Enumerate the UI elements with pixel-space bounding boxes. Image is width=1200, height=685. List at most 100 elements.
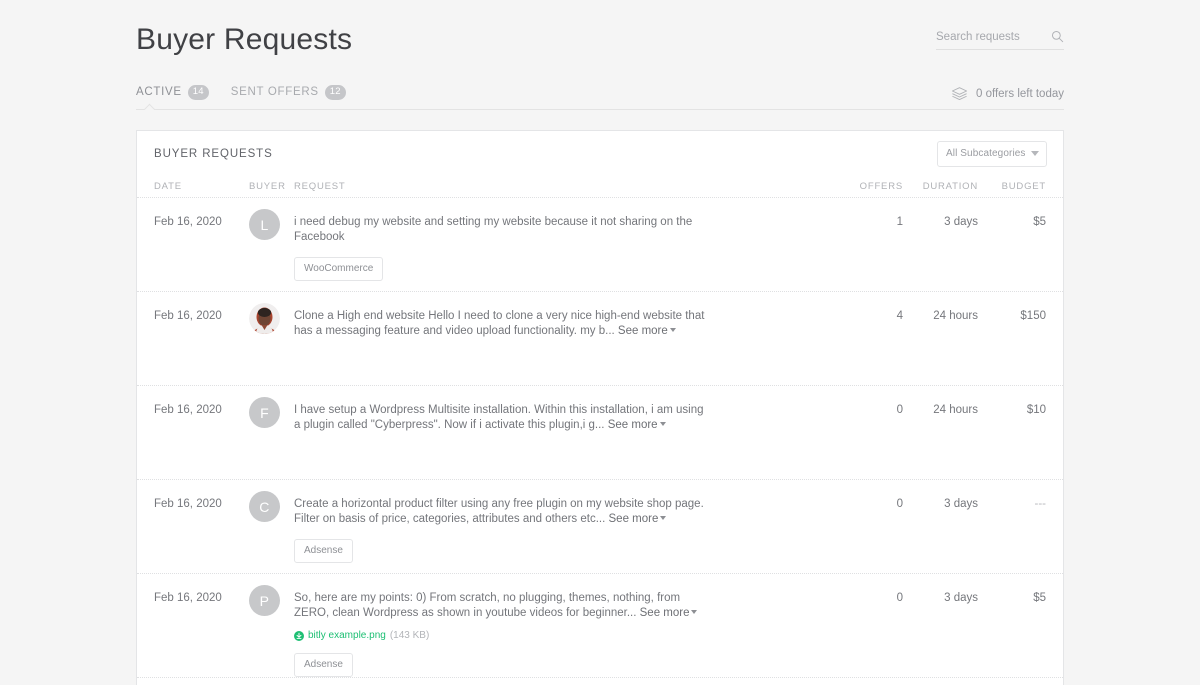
- column-header-date: DATE: [154, 181, 182, 192]
- row-offers: 4: [896, 310, 903, 322]
- offers-left-text: 0 offers left today: [975, 87, 1064, 100]
- tab-sent-offers-label: SENT OFFERS: [230, 86, 319, 98]
- row-offers: 0: [896, 404, 903, 416]
- row-duration: 3 days: [944, 592, 978, 604]
- row-request-cell: So, here are my points: 0) From scratch,…: [294, 590, 837, 677]
- tab-sent-offers-badge: 12: [324, 84, 346, 100]
- category-tag[interactable]: Adsense: [294, 653, 353, 677]
- row-buyer-cell: [249, 303, 294, 385]
- search-input[interactable]: [936, 30, 1036, 43]
- table-row[interactable]: Feb 16, 2020 P So, here are my points: 0) …: [137, 574, 1063, 678]
- row-date: Feb 16, 2020: [154, 498, 222, 510]
- row-offers: 1: [896, 216, 903, 228]
- avatar[interactable]: F: [249, 397, 280, 428]
- layers-icon: [951, 86, 968, 101]
- row-budget: ---: [1034, 498, 1047, 510]
- offers-left-indicator: 0 offers left today: [951, 86, 1064, 101]
- avatar[interactable]: L: [249, 209, 280, 240]
- column-header-budget: BUDGET: [1001, 181, 1046, 192]
- tabs-underline: [136, 109, 1064, 119]
- tab-active-label: ACTIVE: [136, 86, 182, 98]
- see-more-label: See more: [608, 513, 659, 525]
- table-row[interactable]: Feb 16, 2020 F I have setup a Wordpress Mu…: [137, 386, 1063, 480]
- tab-sent-offers[interactable]: SENT OFFERS 12: [230, 84, 346, 102]
- see-more-caret-icon: [669, 328, 676, 332]
- column-header-request: REQUEST: [294, 181, 346, 192]
- request-body: i need debug my website and setting my w…: [294, 216, 693, 243]
- download-icon: [294, 630, 304, 641]
- row-budget: $150: [1020, 310, 1046, 322]
- column-header-buyer: BUYER: [249, 181, 286, 192]
- row-duration: 24 hours: [933, 404, 978, 416]
- row-duration: 3 days: [944, 216, 978, 228]
- tab-active-badge: 14: [187, 84, 209, 100]
- active-tab-caret: [144, 103, 158, 110]
- see-more-link[interactable]: See more: [618, 325, 676, 337]
- see-more-link[interactable]: See more: [608, 419, 666, 431]
- see-more-link[interactable]: See more: [640, 607, 698, 619]
- request-text[interactable]: i need debug my website and setting my w…: [294, 214, 706, 245]
- row-duration: 3 days: [944, 498, 978, 510]
- row-request-cell: i need debug my website and setting my w…: [294, 214, 837, 291]
- card-title: BUYER REQUESTS: [154, 147, 273, 160]
- see-more-label: See more: [607, 419, 658, 431]
- table-header-row: DATE BUYER REQUEST OFFERS DURATION BUDGE…: [137, 176, 1063, 198]
- tab-active[interactable]: ACTIVE 14: [136, 84, 209, 102]
- table-row[interactable]: Feb 16, 2020 Clone a High end website Hel…: [137, 292, 1063, 386]
- attachment-name[interactable]: bitly example.png: [308, 630, 386, 641]
- see-more-label: See more: [617, 325, 668, 337]
- row-request-cell: I have setup a Wordpress Multisite insta…: [294, 402, 837, 479]
- category-tag[interactable]: WooCommerce: [294, 257, 384, 281]
- column-header-offers: OFFERS: [859, 181, 903, 192]
- avatar-photo[interactable]: [249, 303, 280, 334]
- row-budget: $5: [1033, 592, 1046, 604]
- page-title: Buyer Requests: [136, 23, 353, 56]
- search-requests-box[interactable]: [936, 30, 1064, 50]
- row-offers: 0: [896, 592, 903, 604]
- tabs-row: ACTIVE 14 SENT OFFERS 12 0 offers left t…: [136, 82, 1064, 110]
- subcategory-filter-value: All Subcategories: [946, 148, 1026, 159]
- subcategory-filter-dropdown[interactable]: All Subcategories: [937, 140, 1047, 167]
- request-text[interactable]: So, here are my points: 0) From scratch,…: [294, 590, 706, 621]
- row-buyer-cell: C: [249, 491, 294, 573]
- card-header: BUYER REQUESTS All Subcategories: [137, 131, 1063, 176]
- request-text[interactable]: I have setup a Wordpress Multisite insta…: [294, 402, 706, 433]
- chevron-down-icon: [1031, 151, 1039, 156]
- row-buyer-cell: L: [249, 209, 294, 291]
- tab-list: ACTIVE 14 SENT OFFERS 12: [136, 82, 1064, 104]
- see-more-caret-icon: [660, 516, 667, 520]
- table-row[interactable]: Feb 16, 2020 C Create a horizontal product…: [137, 480, 1063, 574]
- avatar[interactable]: P: [249, 585, 280, 616]
- see-more-caret-icon: [691, 610, 698, 614]
- row-budget: $5: [1033, 216, 1046, 228]
- row-duration: 24 hours: [933, 310, 978, 322]
- search-icon[interactable]: [1051, 30, 1064, 43]
- column-header-duration: DURATION: [922, 181, 978, 192]
- row-buyer-cell: F: [249, 397, 294, 479]
- request-text[interactable]: Clone a High end website Hello I need to…: [294, 308, 706, 339]
- page-header: Buyer Requests: [136, 18, 1064, 70]
- requests-table: DATE BUYER REQUEST OFFERS DURATION BUDGE…: [137, 176, 1063, 678]
- see-more-link[interactable]: See more: [609, 513, 667, 525]
- row-request-cell: Create a horizontal product filter using…: [294, 496, 837, 573]
- avatar[interactable]: C: [249, 491, 280, 522]
- table-row[interactable]: Feb 16, 2020 Li need debug my website and…: [137, 198, 1063, 292]
- attachment[interactable]: bitly example.png (143 KB): [294, 630, 837, 641]
- row-date: Feb 16, 2020: [154, 216, 222, 228]
- table-body: Feb 16, 2020 Li need debug my website and…: [137, 198, 1063, 678]
- row-date: Feb 16, 2020: [154, 592, 222, 604]
- see-more-caret-icon: [659, 422, 666, 426]
- request-body: So, here are my points: 0) From scratch,…: [294, 592, 681, 619]
- buyer-requests-page: Buyer Requests ACTIVE 14 SENT OFFERS 12: [0, 0, 1200, 685]
- row-request-cell: Clone a High end website Hello I need to…: [294, 308, 837, 385]
- attachment-size: (143 KB): [389, 630, 430, 641]
- row-buyer-cell: P: [249, 585, 294, 677]
- category-tag[interactable]: Adsense: [294, 539, 353, 563]
- buyer-requests-card: BUYER REQUESTS All Subcategories DATE BU…: [136, 130, 1064, 685]
- see-more-label: See more: [639, 607, 690, 619]
- row-date: Feb 16, 2020: [154, 310, 222, 322]
- row-offers: 0: [896, 498, 903, 510]
- row-budget: $10: [1026, 404, 1046, 416]
- request-text[interactable]: Create a horizontal product filter using…: [294, 496, 706, 527]
- row-date: Feb 16, 2020: [154, 404, 222, 416]
